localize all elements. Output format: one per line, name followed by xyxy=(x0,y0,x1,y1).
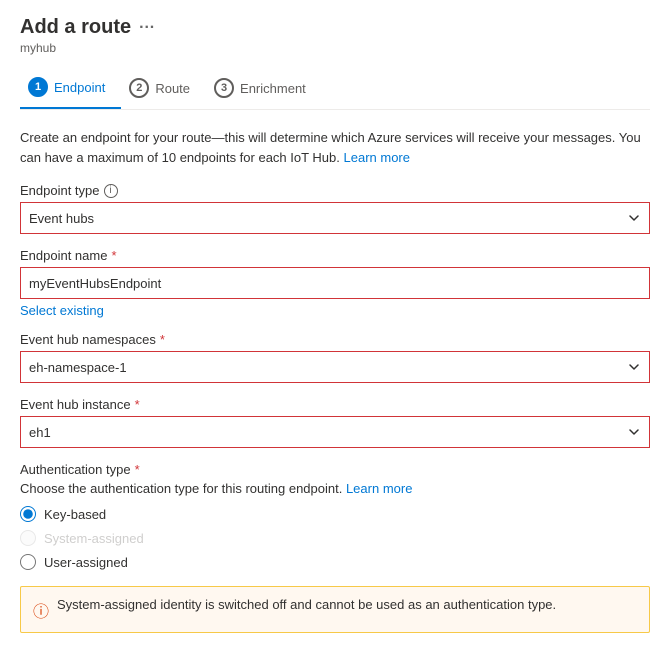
ellipsis-menu[interactable]: ··· xyxy=(139,19,155,37)
auth-description: Choose the authentication type for this … xyxy=(20,481,650,496)
step-2-circle: 2 xyxy=(129,78,149,98)
learn-more-link[interactable]: Learn more xyxy=(344,150,410,165)
radio-user-assigned[interactable]: User-assigned xyxy=(20,554,650,570)
page-subtitle: myhub xyxy=(20,41,650,55)
endpoint-type-group: Endpoint type i Event hubs Service Bus q… xyxy=(20,183,650,234)
event-hub-instance-group: Event hub instance * eh1 xyxy=(20,397,650,448)
event-hub-namespaces-label: Event hub namespaces * xyxy=(20,332,650,347)
auth-type-label: Authentication type * xyxy=(20,462,650,477)
event-hub-namespaces-wrapper: eh-namespace-1 xyxy=(20,351,650,383)
radio-key-based[interactable]: Key-based xyxy=(20,506,650,522)
auth-radio-group: Key-based System-assigned User-assigned xyxy=(20,506,650,570)
step-route[interactable]: 2 Route xyxy=(121,70,206,108)
radio-system-assigned-input xyxy=(20,530,36,546)
radio-user-assigned-input[interactable] xyxy=(20,554,36,570)
endpoint-type-info-icon[interactable]: i xyxy=(104,184,118,198)
step-endpoint[interactable]: 1 Endpoint xyxy=(20,69,121,109)
auth-learn-more-link[interactable]: Learn more xyxy=(346,481,412,496)
warning-text: System-assigned identity is switched off… xyxy=(57,597,556,612)
event-hub-namespaces-group: Event hub namespaces * eh-namespace-1 xyxy=(20,332,650,383)
step-3-label: Enrichment xyxy=(240,81,306,96)
page-header: Add a route ··· myhub xyxy=(20,16,650,55)
radio-user-assigned-label: User-assigned xyxy=(44,555,128,570)
main-content: Create an endpoint for your route—this w… xyxy=(20,128,650,633)
radio-key-based-input[interactable] xyxy=(20,506,36,522)
endpoint-name-label: Endpoint name * xyxy=(20,248,650,263)
endpoint-name-group: Endpoint name * Select existing xyxy=(20,248,650,318)
steps-nav: 1 Endpoint 2 Route 3 Enrichment xyxy=(20,69,650,110)
endpoint-type-chevron[interactable] xyxy=(618,202,650,234)
event-hub-instance-wrapper: eh1 xyxy=(20,416,650,448)
step-1-circle: 1 xyxy=(28,77,48,97)
auth-type-section: Authentication type * Choose the authent… xyxy=(20,462,650,570)
step-2-label: Route xyxy=(155,81,190,96)
radio-system-assigned: System-assigned xyxy=(20,530,650,546)
step-3-circle: 3 xyxy=(214,78,234,98)
radio-key-based-label: Key-based xyxy=(44,507,106,522)
event-hub-instance-select[interactable]: eh1 xyxy=(20,416,650,448)
endpoint-type-label: Endpoint type i xyxy=(20,183,650,198)
endpoint-description: Create an endpoint for your route—this w… xyxy=(20,128,650,167)
warning-box: ⓘ System-assigned identity is switched o… xyxy=(20,586,650,633)
endpoint-type-select-wrapper: Event hubs Service Bus queue Service Bus… xyxy=(20,202,650,234)
select-existing-link[interactable]: Select existing xyxy=(20,303,104,318)
step-enrichment[interactable]: 3 Enrichment xyxy=(206,70,322,108)
endpoint-name-input[interactable] xyxy=(20,267,650,299)
endpoint-type-select[interactable]: Event hubs Service Bus queue Service Bus… xyxy=(20,202,650,234)
event-hub-namespaces-chevron[interactable] xyxy=(618,351,650,383)
page-title: Add a route xyxy=(20,16,131,39)
event-hub-instance-label: Event hub instance * xyxy=(20,397,650,412)
event-hub-namespaces-select[interactable]: eh-namespace-1 xyxy=(20,351,650,383)
step-1-label: Endpoint xyxy=(54,80,105,95)
radio-system-assigned-label: System-assigned xyxy=(44,531,144,546)
warning-icon: ⓘ xyxy=(33,598,49,622)
event-hub-instance-chevron[interactable] xyxy=(618,416,650,448)
